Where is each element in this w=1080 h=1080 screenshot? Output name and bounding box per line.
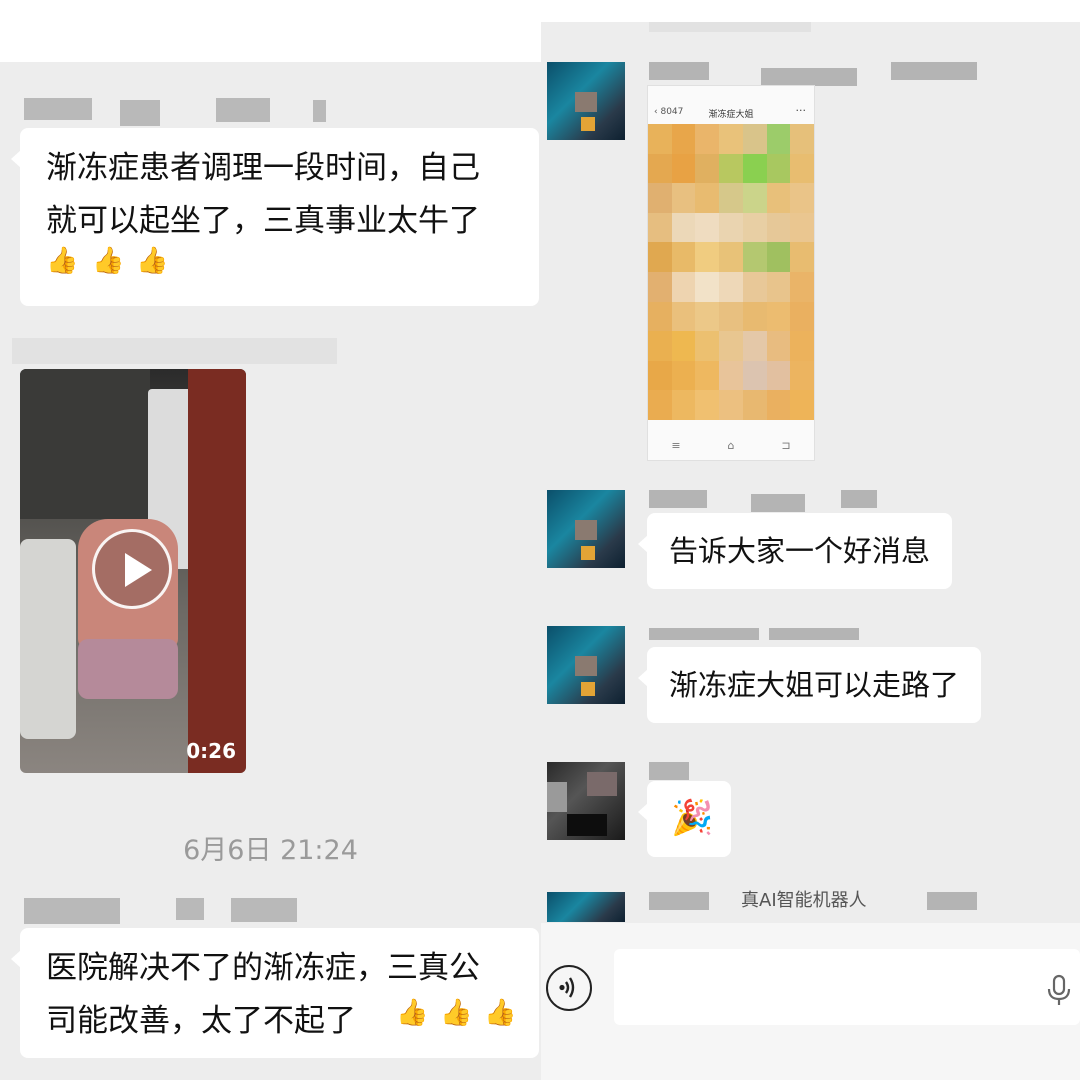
bubble-tail [638, 535, 648, 553]
image-message[interactable]: ‹ 8047 渐冻症大姐 ··· ≡ ⌂ ⊐ [647, 85, 815, 461]
video-duration: 0:26 [186, 739, 236, 763]
avatar[interactable] [547, 62, 625, 140]
left-chat-panel: 渐冻症患者调理一段时间，自己 就可以起坐了，三真事业太牛了 👍 👍 👍 0:26… [0, 62, 541, 1080]
message-bubble[interactable]: 渐冻症患者调理一段时间，自己 就可以起坐了，三真事业太牛了 👍 👍 👍 [11, 128, 539, 306]
sender-name-blurred [649, 62, 709, 80]
thumbs-up-icon: 👍 [46, 246, 79, 276]
phone-titlebar: ‹ 8047 渐冻症大姐 ··· [648, 104, 814, 122]
right-chat-panel: ‹ 8047 渐冻症大姐 ··· ≡ ⌂ ⊐ 告诉大家一个好消息 渐冻症大姐可以… [541, 22, 1080, 1080]
message-text: 渐冻症患者调理一段时间，自己 就可以起坐了，三真事业太牛了 [46, 150, 480, 239]
partial-message-text: 真AI智能机器人 [741, 890, 867, 908]
video-frame-machine [20, 539, 76, 739]
back-icon: ⊐ [781, 438, 791, 452]
message-bubble[interactable]: 告诉大家一个好消息 [638, 513, 953, 589]
sender-name-blurred [24, 98, 92, 120]
video-frame-rug [78, 639, 178, 699]
voice-toggle-icon[interactable] [546, 965, 592, 1011]
sender-name-blurred [649, 762, 689, 780]
sender-name-blurred [12, 338, 337, 364]
sender-name-blurred [120, 100, 160, 126]
more-icon: ··· [795, 104, 807, 117]
bubble-tail [11, 950, 21, 968]
sender-name-blurred [176, 898, 204, 920]
message-input[interactable] [614, 949, 1080, 1025]
play-button[interactable] [92, 529, 172, 609]
sender-name-blurred [751, 494, 805, 512]
avatar[interactable] [547, 762, 625, 840]
menu-icon: ≡ [671, 438, 681, 452]
phone-title: 渐冻症大姐 [708, 110, 754, 120]
video-frame-window [20, 369, 150, 519]
sender-name-blurred [231, 898, 297, 922]
message-text: 医院解决不了的渐冻症，三真公 司能改善，太了不起了 [46, 950, 480, 1039]
sender-name-blurred [761, 68, 857, 86]
avatar[interactable] [547, 626, 625, 704]
message-bubble[interactable]: 渐冻症大姐可以走路了 [638, 647, 982, 723]
message-text: 渐冻症大姐可以走路了 [669, 668, 960, 702]
sender-name-blurred [649, 490, 707, 508]
video-frame-door [188, 369, 246, 773]
input-bar [541, 923, 1080, 1080]
thumbs-up-icon: 👍 [396, 998, 429, 1028]
home-icon: ⌂ [727, 438, 735, 452]
thumbs-up-icon: 👍 [484, 998, 517, 1028]
sender-name-blurred [649, 22, 811, 32]
phone-nav-bar: ≡ ⌂ ⊐ [648, 430, 814, 460]
sender-name-blurred [649, 892, 709, 910]
sender-name-blurred [313, 100, 326, 122]
microphone-icon[interactable] [1039, 970, 1079, 1010]
message-text: 告诉大家一个好消息 [669, 534, 931, 568]
bubble-tail [11, 150, 21, 168]
sender-name-blurred [927, 892, 977, 910]
sender-name-blurred [216, 98, 270, 122]
sender-name-blurred [24, 898, 120, 924]
thumbs-up-icon: 👍 [136, 246, 169, 276]
chat-timestamp: 6月6日 21:24 [183, 835, 358, 866]
sender-name-blurred [769, 628, 859, 640]
sender-name-blurred [891, 62, 977, 80]
bubble-tail [638, 669, 648, 687]
thumbs-up-icon: 👍 [440, 998, 473, 1028]
thumbs-up-icon: 👍 [92, 246, 125, 276]
sender-name-blurred [649, 628, 759, 640]
pixelated-image [648, 124, 814, 420]
party-popper-icon: 🎉 [671, 798, 714, 838]
bubble-tail [638, 803, 648, 821]
avatar[interactable] [547, 490, 625, 568]
message-bubble[interactable]: 🎉 [638, 781, 731, 857]
sender-name-blurred [841, 490, 877, 508]
message-bubble[interactable]: 医院解决不了的渐冻症，三真公 司能改善，太了不起了 👍 👍 👍 [11, 928, 539, 1058]
video-message[interactable]: 0:26 [20, 369, 246, 773]
avatar[interactable] [547, 892, 625, 922]
